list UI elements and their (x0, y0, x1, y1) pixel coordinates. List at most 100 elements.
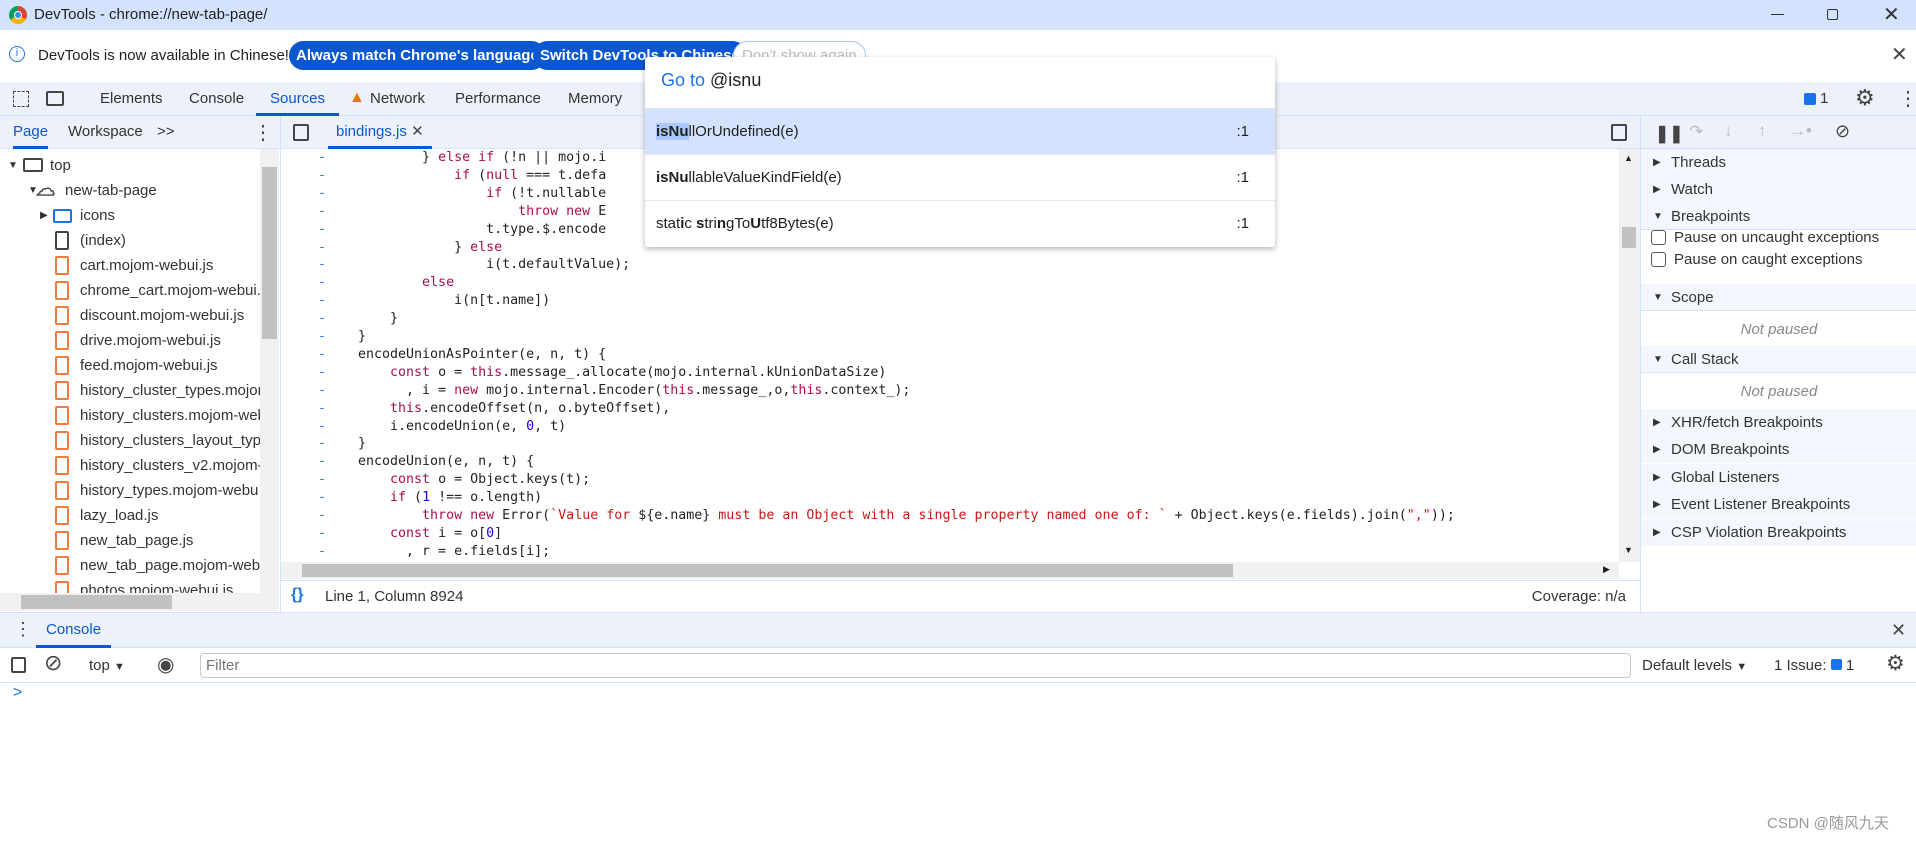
tree-horizontal-scrollbar[interactable] (0, 593, 279, 611)
section-label: Watch (1671, 181, 1713, 198)
debugger-section-event-listener-breakpoints[interactable]: ▶ Event Listener Breakpoints (1641, 491, 1916, 518)
debugger-section-scope[interactable]: ▼ Scope (1641, 284, 1916, 311)
device-toolbar-icon[interactable] (46, 91, 64, 106)
chrome-logo-icon (9, 6, 27, 24)
console-filter-input[interactable] (200, 653, 1631, 678)
code-text: throw new Error(`Value for ${e.name} mus… (422, 508, 1455, 523)
code-horizontal-scrollbar[interactable]: ▶ (281, 562, 1619, 579)
code-text: throw new E (518, 203, 607, 219)
debugger-section-dom-breakpoints[interactable]: ▶ DOM Breakpoints (1641, 436, 1916, 463)
console-prompt[interactable]: > (13, 684, 22, 702)
tab-elements[interactable]: Elements (100, 82, 163, 116)
checkbox-label: Pause on caught exceptions (1674, 251, 1863, 268)
expanded-arrow-icon[interactable]: ▼ (8, 153, 18, 178)
pause-exception-checkbox[interactable] (1651, 230, 1666, 245)
more-options-icon[interactable]: ⋮ (1898, 86, 1916, 111)
goto-result-item[interactable]: static stringToUtf8Bytes(e):1 (645, 200, 1275, 246)
live-expression-eye-icon[interactable]: ◉ (157, 652, 174, 677)
toggle-navigator-icon[interactable] (293, 124, 309, 141)
clear-console-icon[interactable]: ⊘ (44, 650, 62, 676)
issues-count[interactable]: 1 (1820, 90, 1828, 107)
pause-icon[interactable]: ❚❚ (1655, 124, 1684, 144)
drawer-tab-console[interactable]: Console (36, 613, 112, 648)
tab-page[interactable]: Page (13, 116, 49, 149)
close-drawer-button[interactable]: ✕ (1891, 620, 1906, 641)
tree-item-label: drive.mojom-webui.js (80, 332, 221, 349)
debugger-section-call-stack[interactable]: ▼ Call Stack (1641, 346, 1916, 373)
tree-item-label: new-tab-page (65, 182, 157, 199)
step-over-icon[interactable]: ↷ (1689, 122, 1703, 142)
code-line: - throw new Error(`Value for ${e.name} m… (281, 507, 1619, 525)
script-file-icon (55, 331, 69, 350)
section-label: Event Listener Breakpoints (1671, 496, 1851, 513)
debugger-section-breakpoints[interactable]: ▼ Breakpoints (1641, 203, 1916, 230)
step-out-icon[interactable]: ↑ (1758, 121, 1767, 141)
settings-gear-icon[interactable]: ⚙ (1855, 85, 1875, 111)
script-file-icon (55, 531, 69, 550)
tree-item-label: icons (80, 207, 116, 224)
script-file-icon (55, 506, 69, 525)
console-sidebar-icon[interactable] (11, 657, 26, 673)
debugger-toolbar: ❚❚ ↷ ↓ ↑ →• ⊘ (1640, 116, 1916, 149)
goto-input[interactable]: Go to @isnu (661, 70, 761, 91)
console-settings-gear-icon[interactable]: ⚙ (1886, 651, 1905, 676)
debugger-sidebar: ▶ Threads ▶ Watch ▼ Breakpoints ▼ Scope ▼ Call St… (1640, 149, 1916, 612)
code-line: - , r = e.fields[i]; (281, 543, 1619, 561)
goto-result-item[interactable]: isNullableValueKindField(e):1 (645, 154, 1275, 200)
frame-icon (23, 158, 43, 172)
code-text: t.type.$.encode (358, 221, 607, 237)
drawer-menu-icon[interactable]: ⋮ (14, 619, 32, 640)
tree-item-label: cart.mojom-webui.js (80, 257, 214, 274)
debugger-section-watch[interactable]: ▶ Watch (1641, 176, 1916, 203)
issue-icon (1830, 659, 1842, 670)
navigator-menu-icon[interactable]: ⋮ (253, 120, 273, 145)
more-tabs-chevron-icon[interactable]: >> (157, 116, 175, 149)
step-icon[interactable]: →• (1789, 121, 1812, 141)
close-window-button[interactable]: ✕ (1883, 2, 1900, 27)
code-line: - const o = this.message_.allocate(mojo.… (281, 364, 1619, 382)
gutter-marker: - (318, 150, 327, 165)
tree-vertical-scrollbar[interactable] (260, 149, 279, 593)
log-levels-dropdown[interactable]: Default levels ▼ (1642, 657, 1747, 674)
tab-workspace[interactable]: Workspace (68, 116, 143, 149)
cloud-icon: ☁ (35, 178, 55, 200)
debugger-section-global-listeners[interactable]: ▶ Global Listeners (1641, 464, 1916, 491)
issues-button[interactable]: 1 Issue: 1 (1774, 657, 1854, 674)
debugger-section-xhr-fetch-breakpoints[interactable]: ▶ XHR/fetch Breakpoints (1641, 409, 1916, 436)
tree-item-label: feed.mojom-webui.js (80, 357, 218, 374)
tab-network[interactable]: Network (370, 82, 425, 116)
gutter-marker: - (318, 490, 327, 506)
close-tab-icon[interactable]: ✕ (411, 123, 424, 140)
pretty-print-icon[interactable]: {} (291, 586, 303, 604)
close-infobar-button[interactable]: ✕ (1891, 42, 1908, 67)
goto-result-line: :1 (1236, 123, 1249, 140)
code-text: encodeUnionAsPointer(e, n, t) { (358, 346, 607, 362)
code-text: } (358, 436, 367, 452)
editor-tab-bindings-js[interactable]: bindings.js ✕ (328, 116, 432, 149)
tab-memory[interactable]: Memory (568, 82, 622, 116)
code-line: - encodeUnionAsPointer(e, n, t) { (281, 346, 1619, 364)
always-match-language-button[interactable]: Always match Chrome's language (289, 41, 546, 70)
tab-console[interactable]: Console (189, 82, 244, 116)
code-text: if (1 !== o.length) (390, 490, 543, 506)
step-into-icon[interactable]: ↓ (1724, 121, 1733, 141)
tab-performance[interactable]: Performance (455, 82, 541, 116)
pause-exception-checkbox[interactable] (1651, 252, 1666, 267)
collapsed-arrow-icon: ▶ (1653, 417, 1661, 428)
goto-result-item[interactable]: isNullOrUndefined(e):1 (645, 108, 1275, 154)
restore-button[interactable] (1827, 9, 1838, 20)
context-selector[interactable]: top ▼ (89, 657, 125, 674)
toggle-debugger-icon[interactable] (1611, 124, 1627, 141)
debugger-section-csp-violation-breakpoints[interactable]: ▶ CSP Violation Breakpoints (1641, 519, 1916, 546)
code-vertical-scrollbar[interactable]: ▲ ▼ (1619, 149, 1640, 562)
inspect-element-icon[interactable] (13, 91, 29, 107)
collapsed-arrow-icon[interactable]: ▶ (40, 203, 48, 228)
issues-icon[interactable] (1804, 93, 1816, 105)
deactivate-breakpoints-icon[interactable]: ⊘ (1835, 121, 1850, 142)
code-text: } (358, 311, 399, 327)
tab-sources[interactable]: Sources (256, 82, 340, 116)
window-title: DevTools - chrome://new-tab-page/ (34, 6, 268, 23)
minimize-button[interactable] (1771, 14, 1784, 15)
section-label: Scope (1671, 289, 1714, 306)
debugger-section-threads[interactable]: ▶ Threads (1641, 149, 1916, 176)
